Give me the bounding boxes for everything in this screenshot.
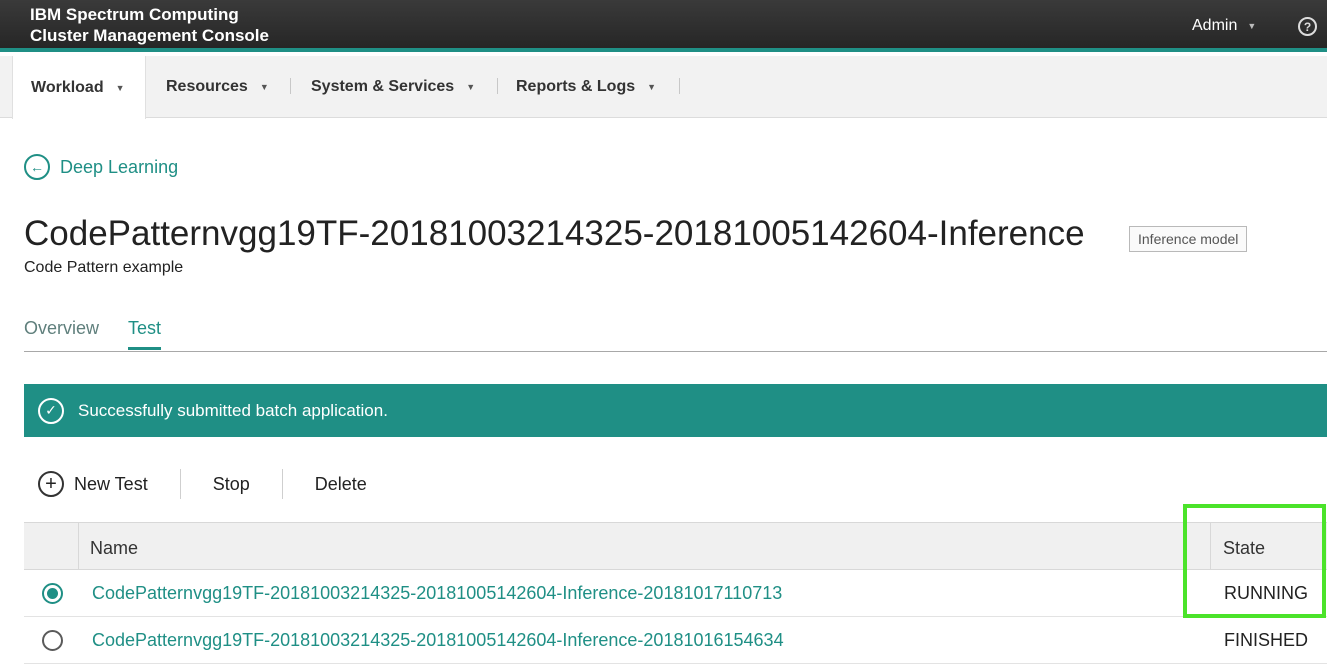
brand-line-2: Cluster Management Console [30, 26, 269, 45]
chevron-down-icon: ▼ [1247, 21, 1257, 31]
model-type-tag: Inference model [1129, 226, 1248, 252]
back-link[interactable]: ← Deep Learning [24, 154, 178, 180]
table-row[interactable]: CodePatternvgg19TF-20181003214325-201810… [24, 617, 1327, 664]
nav-item-workload[interactable]: Workload ▼ [12, 56, 146, 119]
nav-item-label: System & Services [311, 78, 455, 95]
stop-button[interactable]: Stop [181, 466, 282, 502]
top-header: IBM Spectrum Computing Cluster Managemen… [0, 0, 1327, 52]
tab-bar: Overview Test [24, 318, 1327, 352]
nav-item-reports-logs[interactable]: Reports & Logs ▼ [516, 56, 656, 118]
chevron-down-icon: ▼ [115, 82, 125, 93]
test-toolbar: + New Test Stop Delete [24, 466, 399, 502]
delete-button[interactable]: Delete [283, 466, 399, 502]
user-name: Admin [1192, 17, 1238, 34]
tests-table: Name State CodePatternvgg19TF-2018100321… [24, 522, 1327, 664]
stop-label: Stop [212, 473, 250, 494]
select-column-header [24, 523, 79, 570]
tab-overview[interactable]: Overview [24, 318, 99, 347]
name-column-header[interactable]: Name [90, 538, 138, 559]
nav-item-label: Resources [166, 78, 248, 95]
row-radio-selected[interactable] [42, 583, 63, 604]
table-row[interactable]: CodePatternvgg19TF-20181003214325-201810… [24, 570, 1327, 617]
main-nav: Workload ▼ Resources ▼ System & Services… [0, 56, 1327, 119]
page-title: CodePatternvgg19TF-20181003214325-201810… [24, 214, 1085, 253]
nav-divider [497, 78, 498, 94]
page-subtitle: Code Pattern example [24, 259, 184, 276]
chevron-down-icon: ▼ [259, 82, 269, 92]
back-link-label: Deep Learning [60, 156, 179, 177]
nav-item-resources[interactable]: Resources ▼ [166, 56, 269, 118]
state-highlight-box [1183, 504, 1326, 618]
tab-test[interactable]: Test [128, 318, 162, 350]
nav-item-label: Workload [31, 78, 104, 96]
arrow-left-circle-icon: ← [24, 154, 50, 180]
new-test-label: New Test [74, 473, 148, 494]
nav-item-system-services[interactable]: System & Services ▼ [311, 56, 475, 118]
test-name-link[interactable]: CodePatternvgg19TF-20181003214325-201810… [92, 583, 782, 604]
notification-text: Successfully submitted batch application… [78, 400, 388, 420]
success-notification: ✓ Successfully submitted batch applicati… [24, 384, 1327, 437]
nav-divider [290, 78, 291, 94]
checkmark-circle-icon: ✓ [38, 397, 64, 424]
test-state: FINISHED [1224, 630, 1309, 650]
user-menu[interactable]: Admin ▼ [1192, 17, 1256, 35]
delete-label: Delete [314, 473, 367, 494]
new-test-button[interactable]: + New Test [24, 466, 180, 502]
test-name-link[interactable]: CodePatternvgg19TF-20181003214325-201810… [92, 630, 784, 651]
chevron-down-icon: ▼ [466, 82, 476, 92]
chevron-down-icon: ▼ [647, 82, 657, 92]
nav-divider [679, 78, 680, 94]
nav-item-label: Reports & Logs [516, 78, 636, 95]
row-radio[interactable] [42, 630, 63, 651]
plus-circle-icon: + [38, 471, 64, 497]
brand-line-1: IBM Spectrum Computing [30, 5, 239, 24]
app-brand: IBM Spectrum Computing Cluster Managemen… [30, 4, 269, 46]
table-header: Name State [24, 522, 1327, 570]
question-circle-icon[interactable]: ? [1298, 17, 1317, 36]
